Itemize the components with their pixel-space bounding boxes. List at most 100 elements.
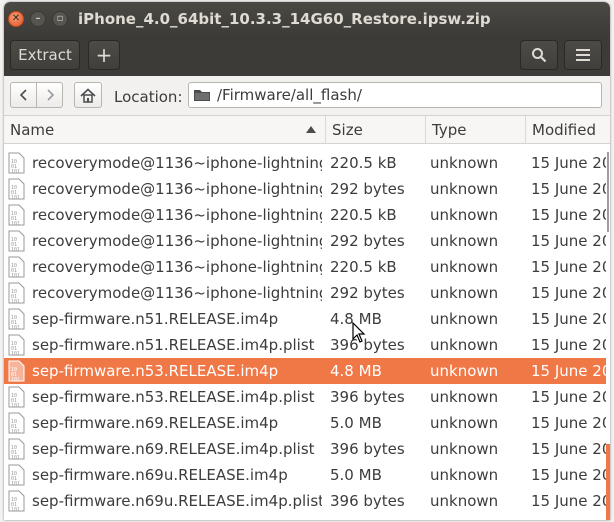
binary-file-icon: 1001101 <box>8 464 25 486</box>
home-button[interactable] <box>74 82 102 108</box>
svg-text:101: 101 <box>11 247 20 252</box>
file-row[interactable]: 10 01 101 sep-firmware.n69.RELEASE.im4p 5.0 … <box>4 410 610 436</box>
file-modified: 15 June 20 <box>531 206 610 224</box>
file-row[interactable]: 10 01 101 sep-firmware.n51.RELEASE.im4p 4.8 … <box>4 306 610 332</box>
binary-file-icon: 1001101 <box>8 490 25 512</box>
title-bar: ✕ – ▫ iPhone_4.0_64bit_10.3.3_14G60_Rest… <box>4 2 610 36</box>
file-size: 4.8 MB <box>330 310 382 328</box>
file-name: sep-firmware.n69.RELEASE.im4p <box>32 414 279 432</box>
file-size: 220.5 kB <box>330 206 397 224</box>
file-size: 5.0 MB <box>330 466 382 484</box>
column-type[interactable]: Type <box>426 116 526 143</box>
toolbar: Extract + <box>4 36 610 76</box>
file-name: recoverymode@1136~iphone-lightning.... <box>32 284 322 302</box>
svg-text:101: 101 <box>11 169 20 174</box>
location-field[interactable]: /Firmware/all_flash/ <box>188 82 602 108</box>
file-modified: 15 June 20 <box>531 492 610 510</box>
file-modified: 15 June 20 <box>531 336 610 354</box>
file-size: 396 bytes <box>330 440 405 458</box>
file-modified: 15 June 20 <box>531 310 610 328</box>
file-type: unknown <box>430 154 499 172</box>
file-name: sep-firmware.n51.RELEASE.im4p <box>32 310 279 328</box>
file-size: 5.0 MB <box>330 414 382 432</box>
file-size: 292 bytes <box>330 284 405 302</box>
svg-text:101: 101 <box>11 481 20 486</box>
file-size: 4.8 MB <box>330 362 382 380</box>
file-list[interactable]: 10 01 101 recoverymode@1136~iphone-lightnin… <box>4 144 610 520</box>
binary-file-icon: 1001101 <box>8 334 25 356</box>
file-modified: 15 June 20 <box>531 440 610 458</box>
file-row[interactable]: 10 01 101 sep-firmware.n69u.RELEASE.im4p.pl… <box>4 488 610 514</box>
file-name: sep-firmware.n53.RELEASE.im4p.plist <box>32 388 315 406</box>
file-name: sep-firmware.n69.RELEASE.im4p.plist <box>32 440 315 458</box>
column-name[interactable]: Name <box>4 116 326 143</box>
file-row[interactable]: 10 01 101 recoverymode@1136~iphone-lightnin… <box>4 202 610 228</box>
add-files-button[interactable]: + <box>88 40 120 70</box>
svg-text:101: 101 <box>11 403 20 408</box>
column-name-label: Name <box>10 120 55 139</box>
file-type: unknown <box>430 466 499 484</box>
file-size: 396 bytes <box>330 492 405 510</box>
svg-text:101: 101 <box>11 273 20 278</box>
column-size-label: Size <box>332 120 363 139</box>
file-type: unknown <box>430 258 499 276</box>
hamburger-menu-icon <box>576 49 590 61</box>
svg-text:101: 101 <box>11 221 20 226</box>
home-icon <box>80 87 96 103</box>
search-icon <box>532 48 547 63</box>
minimize-button[interactable]: – <box>30 11 46 27</box>
file-size: 220.5 kB <box>330 154 397 172</box>
file-row[interactable]: 10 01 101 recoverymode@1136~iphone-lightnin… <box>4 150 610 176</box>
binary-file-icon: 1001101 <box>8 386 25 408</box>
file-row[interactable]: 10 01 101 sep-firmware.n69u.RELEASE.im4p 5.0… <box>4 462 610 488</box>
svg-text:101: 101 <box>11 507 20 512</box>
window-title: iPhone_4.0_64bit_10.3.3_14G60_Restore.ip… <box>78 10 491 28</box>
file-modified: 15 June 20 <box>531 466 610 484</box>
binary-file-icon: 1001101 <box>8 360 25 382</box>
file-name: recoverymode@1136~iphone-lightning.... <box>32 258 322 276</box>
file-row[interactable]: 10 01 101 recoverymode@1136~iphone-lightnin… <box>4 176 610 202</box>
column-modified[interactable]: Modified <box>526 116 610 143</box>
scrollbar[interactable] <box>606 144 610 520</box>
chevron-right-icon <box>46 89 54 101</box>
back-button[interactable] <box>10 82 37 108</box>
file-row[interactable]: 10 01 101 sep-firmware.n69.RELEASE.im4p.pli… <box>4 436 610 462</box>
file-row[interactable]: 10 01 101 sep-firmware.n51.RELEASE.im4p.pli… <box>4 332 610 358</box>
file-type: unknown <box>430 336 499 354</box>
column-size[interactable]: Size <box>326 116 426 143</box>
file-size: 292 bytes <box>330 180 405 198</box>
file-size: 396 bytes <box>330 336 405 354</box>
binary-file-icon: 1001101 <box>8 230 25 252</box>
folder-icon <box>194 90 210 101</box>
file-modified: 15 June 20 <box>531 388 610 406</box>
file-size: 292 bytes <box>330 232 405 250</box>
sort-ascending-icon <box>306 126 316 133</box>
file-type: unknown <box>430 492 499 510</box>
close-button[interactable]: ✕ <box>8 11 24 27</box>
search-button[interactable] <box>520 40 558 70</box>
maximize-button[interactable]: ▫ <box>52 11 68 27</box>
maximize-icon: ▫ <box>56 13 64 24</box>
extract-button[interactable]: Extract <box>10 40 80 70</box>
file-type: unknown <box>430 180 499 198</box>
file-type: unknown <box>430 440 499 458</box>
file-name: recoverymode@1136~iphone-lightning.... <box>32 180 322 198</box>
location-bar: Location: /Firmware/all_flash/ <box>4 76 610 116</box>
file-size: 396 bytes <box>330 388 405 406</box>
file-row[interactable]: 10 01 101 sep-firmware.n53.RELEASE.im4p 4.8 … <box>4 358 610 384</box>
file-name: sep-firmware.n51.RELEASE.im4p.plist <box>32 336 315 354</box>
binary-file-icon: 1001101 <box>8 256 25 278</box>
file-row[interactable]: 10 01 101 sep-firmware.n53.RELEASE.im4p.pli… <box>4 384 610 410</box>
file-row[interactable]: 10 01 101 recoverymode@1136~iphone-lightnin… <box>4 280 610 306</box>
chevron-left-icon <box>19 89 27 101</box>
forward-button[interactable] <box>36 82 63 108</box>
file-row[interactable]: 10 01 101 recoverymode@1136~iphone-lightnin… <box>4 254 610 280</box>
file-name: sep-firmware.n69u.RELEASE.im4p.plist <box>32 492 322 510</box>
file-modified: 15 June 20 <box>531 232 610 250</box>
menu-button[interactable] <box>564 40 602 70</box>
file-row[interactable]: 10 01 101 recoverymode@1136~iphone-lightnin… <box>4 228 610 254</box>
binary-file-icon: 1001101 <box>8 152 25 174</box>
file-type: unknown <box>430 310 499 328</box>
close-icon: ✕ <box>11 13 21 24</box>
binary-file-icon: 1001101 <box>8 438 25 460</box>
